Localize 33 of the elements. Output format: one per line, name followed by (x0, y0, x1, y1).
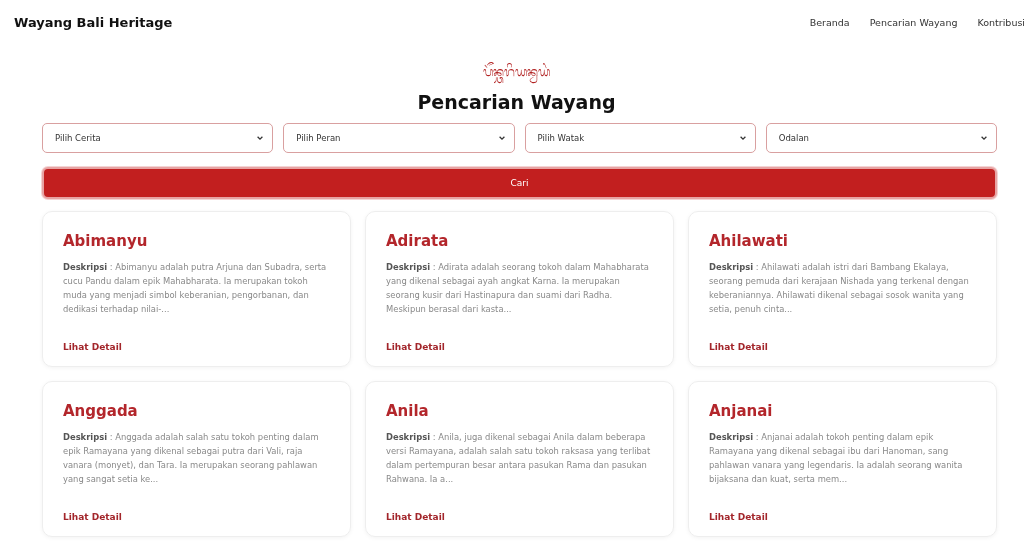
filter-dropdown[interactable]: Odalan (765, 123, 997, 153)
character-name: Ahilawati (709, 232, 788, 250)
page-title: Pencarian Wayang (417, 91, 616, 113)
brand-title: Wayang Bali Heritage (14, 14, 173, 30)
caret-icon (738, 134, 747, 142)
nav-link[interactable]: Beranda (809, 16, 850, 28)
detail-link[interactable]: Lihat Detail (386, 342, 445, 352)
character-name: Anjanai (709, 402, 773, 420)
character-name: Adirata (386, 232, 449, 250)
search-button[interactable]: Cari (42, 167, 997, 199)
caret-icon (980, 134, 988, 142)
filter-dropdown[interactable]: Pilih Watak (524, 123, 756, 153)
caret-icon (497, 134, 506, 142)
character-name: Abimanyu (63, 232, 148, 250)
character-name: Anggada (63, 402, 138, 420)
character-description: Deskripsi : Anjanai adalah tokoh penting dalam epik Ramayana yang dikenal sebagai ibu dari Hanoman, sang pahlawan vanara yang legendaris. Ia adalah seorang wanita bijaksana dan kuat, serta mem... (709, 431, 964, 486)
detail-link[interactable]: Lihat Detail (63, 512, 122, 522)
character-name: Anila (386, 402, 429, 420)
character-description: Deskripsi : Anila, juga dikenal sebagai Anila dalam beberapa versi Ramayana, adalah salah satu tokoh raksasa yang terlibat dalam pertempuran besar antara pasukan Rama dan pasukan Rahwana. Ia a... (386, 431, 652, 486)
detail-link[interactable]: Lihat Detail (709, 342, 768, 352)
character-description: Deskripsi : Abimanyu adalah putra Arjuna dan Subadra, serta cucu Pandu dalam epik Mahabharata. Ia merupakan tokoh muda yang menjadi simbol keberanian, pengorbanan, dan dedikasi terhadap nilai-... (63, 261, 328, 316)
detail-link[interactable]: Lihat Detail (709, 512, 768, 522)
filter-dropdown[interactable]: Pilih Peran (283, 123, 515, 153)
character-description: Deskripsi : Anggada adalah salah satu tokoh penting dalam epik Ramayana yang dikenal sebagai putra dari Vali, raja vanara (monyet), dan Tara. Ia merupakan seorang pahlawan yang sangat setia ke... (63, 431, 320, 486)
caret-icon (256, 134, 265, 142)
character-description: Deskripsi : Adirata adalah seorang tokoh dalam Mahabharata yang dikenal sebagai ayah angkat Karna. Ia merupakan seorang kusir dari Hastinapura dan suami dari Radha. Meskipun berasal dari kasta... (386, 261, 650, 316)
nav-link[interactable]: Kontribusi (977, 16, 1025, 28)
character-description: Deskripsi : Ahilawati adalah istri dari Bambang Ekalaya, seorang pemuda dari kerajaan Nishada yang terkenal dengan keberaniannya. Ahilawati dikenal sebagai sosok wanita yang setia, penuh cinta... (709, 261, 970, 316)
balinese-script-title: ᬧᭂᬦ᭄ᬘᬭᬶᬬᬦ᭄ᬯᬬᬂ (483, 62, 550, 85)
filter-dropdown[interactable]: Pilih Cerita (42, 123, 274, 153)
detail-link[interactable]: Lihat Detail (63, 342, 122, 352)
detail-link[interactable]: Lihat Detail (386, 512, 445, 522)
nav-link[interactable]: Pencarian Wayang (869, 16, 958, 28)
